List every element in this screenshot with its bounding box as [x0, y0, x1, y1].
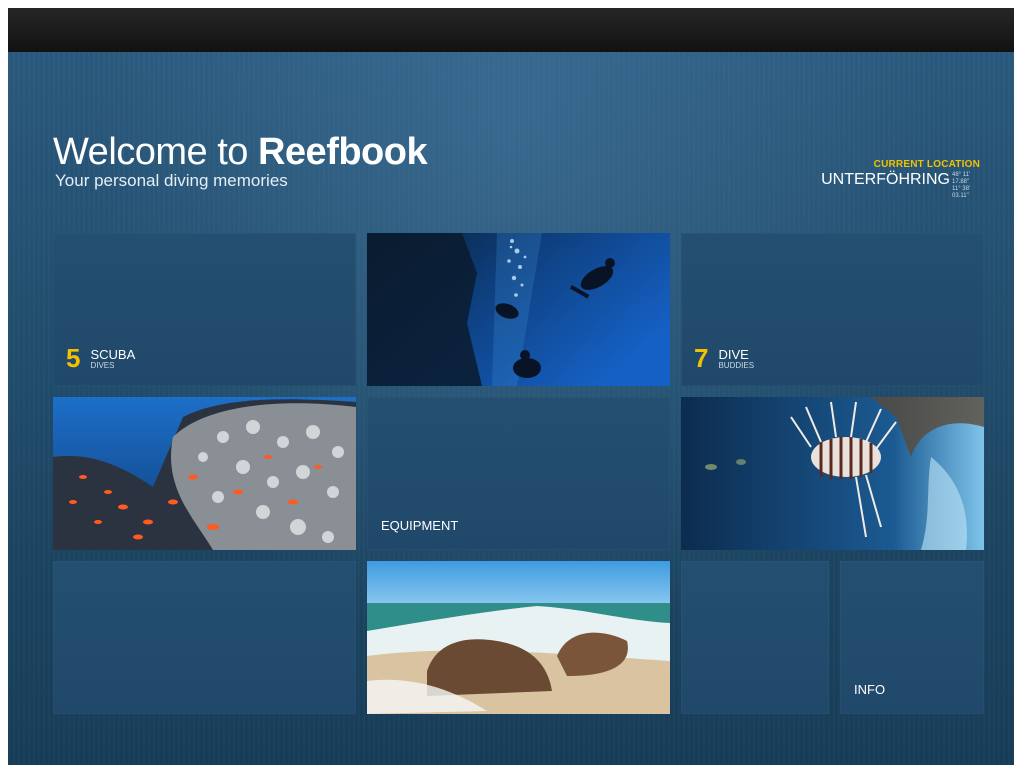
dive-buddies-sublabel: BUDDIES	[718, 361, 755, 370]
dive-buddies-count: 7 DIVE BUDDIES	[694, 343, 755, 373]
status-bar	[8, 8, 1014, 52]
longitude: 11° 38' 03.11"	[952, 186, 971, 199]
scuba-dives-sublabel: DIVES	[90, 361, 115, 370]
app-frame: Welcome to Reefbook Your personal diving…	[8, 8, 1014, 765]
page-subtitle: Your personal diving memories	[55, 171, 288, 190]
home-screen: Welcome to Reefbook Your personal diving…	[8, 52, 1014, 765]
tile-info[interactable]: INFO	[840, 561, 984, 714]
equipment-label: EQUIPMENT	[381, 518, 459, 533]
tile-empty-right[interactable]	[681, 561, 829, 714]
tile-dive-buddies[interactable]: 7 DIVE BUDDIES	[681, 233, 984, 386]
tile-scuba-dives[interactable]: 5 SCUBA DIVES	[53, 233, 356, 386]
page-title: Welcome to Reefbook	[53, 131, 428, 173]
dive-buddies-number: 7	[694, 343, 709, 373]
tile-equipment[interactable]: EQUIPMENT	[367, 397, 670, 550]
title-prefix: Welcome to	[53, 131, 258, 173]
tile-coral-photo[interactable]	[53, 397, 356, 550]
brand-name: Reefbook	[257, 131, 428, 173]
lionfish-photo	[681, 397, 984, 550]
scuba-dives-label: SCUBA	[90, 347, 136, 362]
location-coordinates: 48° 11' 17.88" 11° 38' 03.11"	[952, 172, 980, 200]
info-label: INFO	[854, 682, 886, 697]
current-location-name: UNTERFÖHRING	[821, 171, 950, 188]
latitude: 48° 11' 17.88"	[952, 172, 971, 185]
tile-divers-photo[interactable]	[367, 233, 670, 386]
tile-empty-left[interactable]	[53, 561, 356, 714]
tile-lionfish-photo[interactable]	[681, 397, 984, 550]
tile-beach-photo[interactable]	[367, 561, 670, 714]
dive-buddies-label: DIVE	[718, 347, 749, 362]
scuba-dives-count: 5 SCUBA DIVES	[66, 343, 136, 373]
scuba-dives-number: 5	[66, 343, 81, 373]
divers-underwater-photo	[367, 233, 670, 386]
current-location-label: CURRENT LOCATION	[873, 159, 980, 170]
beach-rocks-photo	[367, 561, 670, 714]
coral-reef-photo	[53, 397, 356, 550]
